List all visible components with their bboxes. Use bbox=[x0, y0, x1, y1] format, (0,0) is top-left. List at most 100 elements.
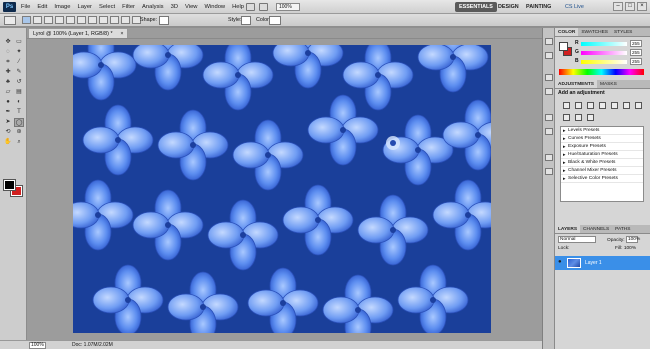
move-tool-icon[interactable]: ✥ bbox=[3, 38, 13, 47]
eyedropper-tool-icon[interactable]: ⁄ bbox=[14, 58, 24, 67]
tab-masks[interactable]: MASKS bbox=[597, 80, 620, 88]
3d-rotate-tool-icon[interactable]: ⟲ bbox=[3, 128, 13, 137]
tab-color[interactable]: COLOR bbox=[555, 28, 579, 36]
menu-help[interactable]: Help bbox=[232, 4, 244, 10]
preset-curves[interactable]: Curves Presets bbox=[561, 135, 643, 143]
r-slider[interactable] bbox=[581, 42, 627, 46]
rounded-rectangle-button[interactable] bbox=[88, 16, 97, 24]
style-picker[interactable] bbox=[241, 16, 251, 25]
fill-pixels-button[interactable] bbox=[44, 16, 53, 24]
hand-tool-icon[interactable]: ✋ bbox=[3, 138, 13, 147]
image-canvas[interactable] bbox=[73, 45, 491, 333]
3d-orbit-tool-icon[interactable]: ⊛ bbox=[14, 128, 24, 137]
paragraph-panel-icon[interactable] bbox=[545, 128, 553, 135]
workspace-design-button[interactable]: DESIGN bbox=[494, 2, 523, 12]
opacity-field[interactable]: 100% bbox=[625, 236, 640, 243]
b-value-field[interactable]: 255 bbox=[630, 58, 642, 65]
shape-picker[interactable] bbox=[159, 16, 169, 25]
menu-view[interactable]: View bbox=[185, 4, 197, 10]
preset-hue-saturation[interactable]: Hue/Saturation Presets bbox=[561, 151, 643, 159]
menu-select[interactable]: Select bbox=[99, 4, 115, 10]
mini-bridge-icon[interactable] bbox=[259, 3, 268, 11]
marquee-tool-icon[interactable]: ▭ bbox=[14, 38, 24, 47]
b-slider[interactable] bbox=[581, 60, 627, 64]
shape-color-swatch[interactable] bbox=[269, 16, 281, 25]
polygon-button[interactable] bbox=[110, 16, 119, 24]
menu-layer[interactable]: Layer bbox=[77, 4, 92, 10]
close-button[interactable]: × bbox=[637, 2, 647, 11]
zoom-tool-icon[interactable]: ⌕ bbox=[14, 138, 24, 147]
workspace-painting-button[interactable]: PAINTING bbox=[522, 2, 555, 12]
shape-layers-button[interactable] bbox=[22, 16, 31, 24]
info-panel-icon[interactable] bbox=[545, 154, 553, 161]
character-panel-icon[interactable] bbox=[545, 114, 553, 121]
photo-filter-icon[interactable] bbox=[575, 114, 582, 121]
vibrance-icon[interactable] bbox=[611, 102, 618, 109]
workspace-essentials-button[interactable]: ESSENTIALS bbox=[455, 2, 497, 12]
r-value-field[interactable]: 255 bbox=[630, 40, 642, 47]
blend-mode-select[interactable]: Normal bbox=[558, 236, 596, 243]
fill-field[interactable]: 100% bbox=[624, 246, 636, 251]
preset-black-white[interactable]: Black & White Presets bbox=[561, 159, 643, 167]
lasso-tool-icon[interactable]: ◌ bbox=[3, 48, 13, 57]
preset-selective-color[interactable]: Selective Color Presets bbox=[561, 175, 643, 183]
tool-preset-picker[interactable] bbox=[4, 16, 16, 25]
g-slider[interactable] bbox=[581, 51, 627, 55]
freeform-pen-button[interactable] bbox=[66, 16, 75, 24]
tab-adjustments[interactable]: ADJUSTMENTS bbox=[555, 80, 597, 88]
layer-row[interactable]: ● Layer 1 bbox=[555, 256, 650, 270]
tab-channels[interactable]: CHANNELS bbox=[580, 225, 612, 233]
menu-image[interactable]: Image bbox=[54, 4, 70, 10]
visibility-eye-icon[interactable]: ● bbox=[558, 259, 565, 266]
exposure-icon[interactable] bbox=[599, 102, 606, 109]
status-zoom-field[interactable]: 100% bbox=[29, 342, 46, 349]
pen-tool-button[interactable] bbox=[55, 16, 64, 24]
color-spectrum-bar[interactable] bbox=[559, 69, 644, 75]
brush-panel-icon[interactable] bbox=[545, 74, 553, 81]
actions-panel-icon[interactable] bbox=[545, 52, 553, 59]
hue-saturation-icon[interactable] bbox=[623, 102, 630, 109]
preset-exposure[interactable]: Exposure Presets bbox=[561, 143, 643, 151]
cs-live-button[interactable]: CS Live bbox=[565, 2, 584, 12]
gradient-tool-icon[interactable]: ▤ bbox=[14, 88, 24, 97]
clone-stamp-tool-icon[interactable]: ♣ bbox=[3, 78, 13, 87]
levels-icon[interactable] bbox=[575, 102, 582, 109]
magic-wand-tool-icon[interactable]: ✦ bbox=[14, 48, 24, 57]
crop-tool-icon[interactable]: ⌗ bbox=[3, 58, 13, 67]
document-tab[interactable]: Lyrol @ 100% (Layer 1, RGB/8) * × bbox=[28, 28, 128, 38]
blur-tool-icon[interactable]: ● bbox=[3, 98, 13, 107]
document-size-info[interactable]: Doc: 1.07M/2.02M bbox=[72, 342, 113, 349]
menu-3d[interactable]: 3D bbox=[171, 4, 178, 10]
menu-window[interactable]: Window bbox=[204, 4, 225, 10]
brush-tool-icon[interactable]: ✎ bbox=[14, 68, 24, 77]
3d-panel-icon[interactable] bbox=[545, 168, 553, 175]
preset-channel-mixer[interactable]: Channel Mixer Presets bbox=[561, 167, 643, 175]
path-selection-tool-icon[interactable]: ➤ bbox=[3, 118, 13, 127]
zoom-level-select[interactable]: 100% bbox=[276, 3, 300, 11]
maximize-button[interactable]: □ bbox=[625, 2, 635, 11]
brightness-contrast-icon[interactable] bbox=[563, 102, 570, 109]
tab-layers[interactable]: LAYERS bbox=[555, 225, 581, 233]
history-brush-tool-icon[interactable]: ↺ bbox=[14, 78, 24, 87]
color-balance-icon[interactable] bbox=[635, 102, 642, 109]
tab-styles[interactable]: STYLES bbox=[611, 28, 635, 36]
paths-button[interactable] bbox=[33, 16, 42, 24]
history-panel-icon[interactable] bbox=[545, 38, 553, 45]
custom-shape-tool-icon[interactable]: ◯ bbox=[14, 118, 24, 127]
eraser-tool-icon[interactable]: ▱ bbox=[3, 88, 13, 97]
layer-name[interactable]: Layer 1 bbox=[585, 259, 602, 267]
menu-filter[interactable]: Filter bbox=[122, 4, 135, 10]
healing-brush-tool-icon[interactable]: ✚ bbox=[3, 68, 13, 77]
menu-file[interactable]: File bbox=[21, 4, 30, 10]
bridge-icon[interactable] bbox=[246, 3, 255, 11]
line-button[interactable] bbox=[121, 16, 130, 24]
menu-edit[interactable]: Edit bbox=[37, 4, 47, 10]
curves-icon[interactable] bbox=[587, 102, 594, 109]
g-value-field[interactable]: 255 bbox=[630, 49, 642, 56]
black-white-icon[interactable] bbox=[563, 114, 570, 121]
type-tool-icon[interactable]: T bbox=[14, 108, 24, 117]
rectangle-button[interactable] bbox=[77, 16, 86, 24]
pen-tool-icon[interactable]: ✒ bbox=[3, 108, 13, 117]
preset-levels[interactable]: Levels Presets bbox=[561, 127, 643, 135]
clone-source-panel-icon[interactable] bbox=[545, 88, 553, 95]
